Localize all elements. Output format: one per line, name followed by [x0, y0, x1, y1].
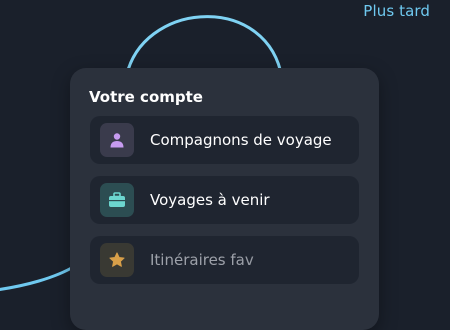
menu-item-upcoming-trips[interactable]: Voyages à venir — [90, 176, 359, 224]
star-icon — [100, 243, 134, 277]
menu-item-favorite-itineraries[interactable]: Itinéraires fav — [90, 236, 359, 284]
menu-item-label: Voyages à venir — [150, 191, 270, 209]
menu-item-travel-companions[interactable]: Compagnons de voyage — [90, 116, 359, 164]
person-icon — [100, 123, 134, 157]
skip-later-link[interactable]: Plus tard — [363, 2, 430, 20]
account-card: Votre compte Compagnons de voyage Voyage… — [70, 68, 379, 330]
card-title: Votre compte — [89, 88, 203, 106]
suitcase-icon — [100, 183, 134, 217]
menu-item-label: Itinéraires fav — [150, 251, 254, 269]
menu-item-label: Compagnons de voyage — [150, 131, 332, 149]
